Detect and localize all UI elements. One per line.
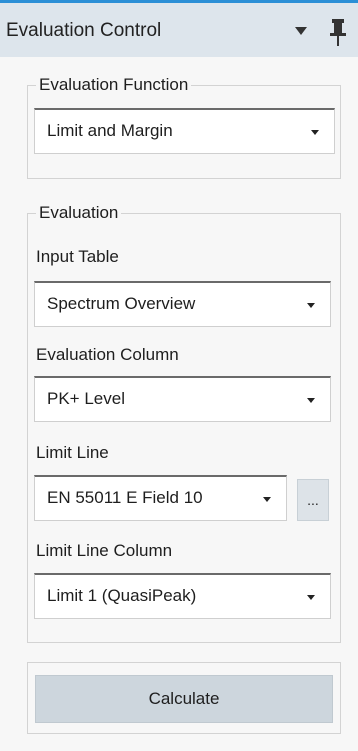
limit-line-column-value: Limit 1 (QuasiPeak) [47,586,197,605]
evaluation-function-value: Limit and Margin [47,121,173,140]
chevron-down-icon [307,595,315,600]
limit-line-dropdown[interactable]: EN 55011 E Field 10 [34,475,287,521]
panel-header: Evaluation Control [0,3,358,57]
limit-line-column-label: Limit Line Column [36,541,173,560]
pin-icon[interactable] [330,17,346,47]
input-table-dropdown[interactable]: Spectrum Overview [34,281,331,327]
evaluation-legend: Evaluation [36,203,122,223]
limit-line-label: Limit Line [36,443,109,462]
calculate-group: Calculate [27,662,341,734]
evaluation-function-group: Evaluation Function Limit and Margin [27,75,341,179]
calculate-button[interactable]: Calculate [35,675,333,723]
evaluation-function-legend: Evaluation Function [36,75,192,95]
evaluation-column-dropdown[interactable]: PK+ Level [34,376,331,422]
limit-line-column-dropdown[interactable]: Limit 1 (QuasiPeak) [34,573,331,619]
panel-title: Evaluation Control [6,20,162,41]
triangle-down-icon[interactable] [295,27,307,35]
chevron-down-icon [311,130,319,135]
evaluation-column-value: PK+ Level [47,389,125,408]
evaluation-group: Evaluation Input Table Spectrum Overview… [27,203,341,643]
chevron-down-icon [307,398,315,403]
limit-line-browse-button[interactable]: ... [297,479,329,521]
limit-line-value: EN 55011 E Field 10 [47,488,203,507]
input-table-label: Input Table [36,247,119,266]
chevron-down-icon [307,303,315,308]
evaluation-panel: Evaluation Function Limit and Margin Eva… [0,57,358,751]
evaluation-function-dropdown[interactable]: Limit and Margin [34,108,335,154]
input-table-value: Spectrum Overview [47,294,196,313]
evaluation-column-label: Evaluation Column [36,345,179,364]
chevron-down-icon [263,497,271,502]
